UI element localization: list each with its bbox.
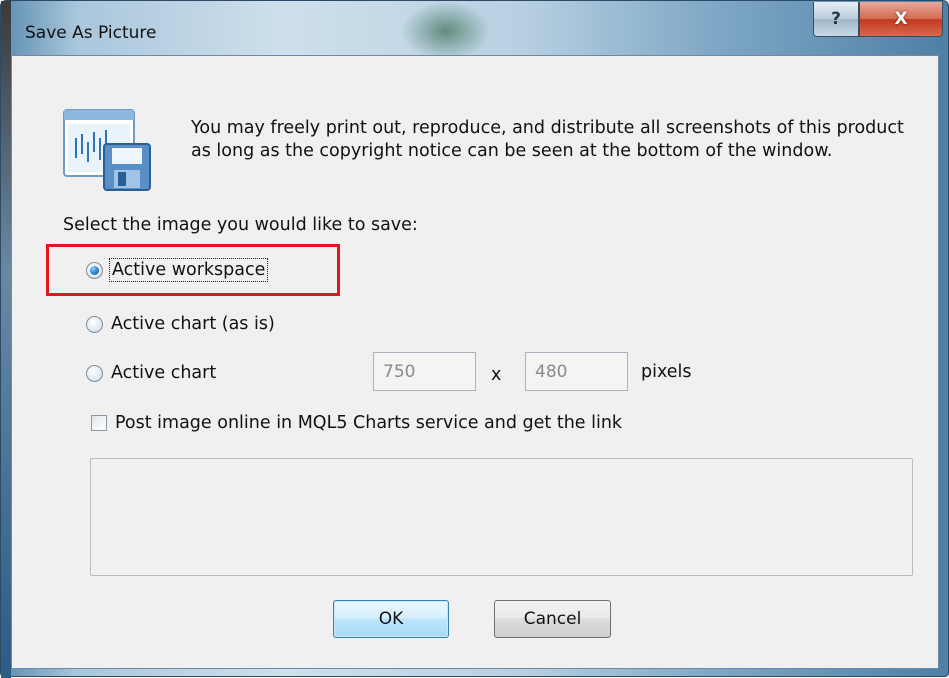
background-window-edge (1, 1, 11, 678)
help-icon: ? (831, 9, 841, 29)
height-input[interactable]: 480 (525, 352, 628, 391)
close-icon: X (894, 9, 908, 29)
chart-save-icon (63, 109, 151, 191)
link-output-box[interactable] (90, 458, 913, 576)
copyright-notice: You may freely print out, reproduce, and… (191, 118, 904, 161)
dialog-client-area: You may freely print out, reproduce, and… (11, 55, 939, 669)
active-chart-as-is-radio[interactable] (86, 315, 103, 333)
post-online-label: Post image online in MQL5 Charts service… (115, 413, 623, 433)
active-chart-as-is-label: Active chart (as is) (111, 314, 275, 334)
option-active-chart-as-is[interactable]: Active chart (as is) (86, 314, 275, 334)
frame-glow (401, 1, 491, 61)
post-online-option[interactable]: Post image online in MQL5 Charts service… (91, 413, 622, 433)
dialog-frame: Save As Picture ? X You may freely print… (0, 0, 949, 678)
dialog-title: Save As Picture (25, 23, 157, 43)
option-active-chart[interactable]: Active chart (86, 363, 216, 383)
times-label: x (491, 365, 502, 385)
ok-button[interactable]: OK (333, 600, 449, 638)
pixels-label: pixels (641, 362, 692, 382)
select-image-prompt: Select the image you would like to save: (63, 215, 418, 235)
close-button[interactable]: X (859, 2, 943, 37)
highlight-annotation (46, 244, 340, 296)
active-chart-label: Active chart (111, 363, 217, 383)
cancel-button[interactable]: Cancel (494, 600, 611, 638)
post-online-checkbox[interactable] (91, 415, 107, 431)
width-input[interactable]: 750 (373, 352, 476, 391)
help-button[interactable]: ? (813, 2, 859, 37)
active-chart-radio[interactable] (86, 364, 103, 382)
